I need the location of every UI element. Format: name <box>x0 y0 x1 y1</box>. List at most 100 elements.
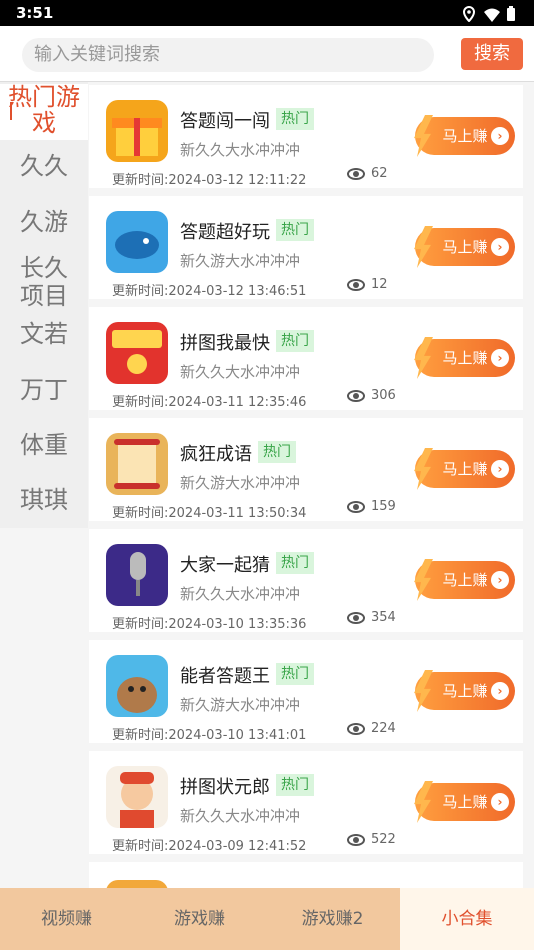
hot-badge: 热门 <box>276 774 314 796</box>
chevron-right-icon: › <box>491 460 509 478</box>
sidebar-item-qiqi[interactable]: 琪琪 <box>0 486 88 514</box>
sidebar-item-tizhong[interactable]: 体重 <box>0 431 88 459</box>
boy-avatar-icon <box>106 766 168 828</box>
view-count: 306 <box>347 388 396 403</box>
gift-box-icon <box>106 100 168 162</box>
game-title: 大家一起猜 <box>180 555 270 576</box>
eye-icon <box>347 167 365 180</box>
walrus-icon <box>106 655 168 717</box>
eye-icon <box>347 833 365 846</box>
update-time: 更新时间:2024-03-12 12:11:22 <box>112 173 307 188</box>
category-sidebar: 热门游戏 久久 久游 长久项目 文若 万丁 体重 琪琪 <box>0 82 88 528</box>
update-time: 更新时间:2024-03-11 12:35:46 <box>112 395 307 410</box>
lightning-icon <box>414 337 433 379</box>
eye-icon <box>347 500 365 513</box>
game-subtitle: 新久久大水冲冲冲 <box>180 141 301 159</box>
game-subtitle: 新久久大水冲冲冲 <box>180 585 301 603</box>
view-count: 224 <box>347 721 396 736</box>
sidebar-item-jiuyou[interactable]: 久游 <box>0 208 88 236</box>
view-count: 354 <box>347 610 396 625</box>
sidebar-item-label: 久久 <box>20 152 68 180</box>
sidebar-item-label: 文若 <box>20 320 68 348</box>
hot-badge: 热门 <box>276 663 314 685</box>
status-time: 3:51 <box>16 4 54 22</box>
lightning-icon <box>414 226 433 268</box>
earn-now-button[interactable]: 马上赚 › <box>414 115 515 157</box>
sidebar-item-label: 久游 <box>20 208 68 236</box>
game-thumbnail-icon <box>106 880 168 888</box>
update-time: 更新时间:2024-03-09 12:41:52 <box>112 839 307 854</box>
game-subtitle: 新久游大水冲冲冲 <box>180 696 301 714</box>
sidebar-item-wanding[interactable]: 万丁 <box>0 376 88 404</box>
game-title: 拼图状元郎 <box>180 777 270 798</box>
view-count: 12 <box>347 277 388 292</box>
game-subtitle: 新久游大水冲冲冲 <box>180 474 301 492</box>
search-bar: 输入关键词搜索 搜索 <box>0 26 534 82</box>
list-item[interactable]: 答题闯一闯 热门 新久久大水冲冲冲 更新时间:2024-03-12 12:11:… <box>89 85 523 188</box>
game-title: 答题闯一闯 <box>180 111 270 132</box>
eye-icon <box>347 278 365 291</box>
sidebar-item-label: 热门游戏 <box>8 83 80 137</box>
wifi-icon <box>484 4 500 22</box>
sidebar-item-label: 体重 <box>20 431 68 459</box>
update-time: 更新时间:2024-03-11 13:50:34 <box>112 506 307 521</box>
lightning-icon <box>414 448 433 490</box>
bottom-tab-bar: 视频赚 游戏赚 游戏赚2 小合集 <box>0 888 534 950</box>
eye-icon <box>347 722 365 735</box>
list-item[interactable]: 拼图我最快 热门 新久久大水冲冲冲 更新时间:2024-03-11 12:35:… <box>89 307 523 410</box>
whale-icon <box>106 211 168 273</box>
hot-badge: 热门 <box>276 219 314 241</box>
game-subtitle: 新久久大水冲冲冲 <box>180 807 301 825</box>
earn-now-button[interactable]: 马上赚 › <box>414 559 515 601</box>
game-subtitle: 新久游大水冲冲冲 <box>180 252 301 270</box>
battery-icon <box>506 4 520 21</box>
sidebar-item-label: 琪琪 <box>20 486 68 514</box>
game-title: 疯狂成语 <box>180 444 252 465</box>
game-title: 拼图我最快 <box>180 333 270 354</box>
earn-now-button[interactable]: 马上赚 › <box>414 448 515 490</box>
sidebar-item-label: 万丁 <box>20 376 68 404</box>
update-time: 更新时间:2024-03-12 13:46:51 <box>112 284 307 299</box>
sidebar-item-wenruo[interactable]: 文若 <box>0 320 88 348</box>
sidebar-item-hot-games[interactable]: 热门游戏 <box>0 84 88 140</box>
game-list: 答题闯一闯 热门 新久久大水冲冲冲 更新时间:2024-03-12 12:11:… <box>88 82 534 888</box>
status-bar: 3:51 <box>0 0 534 26</box>
tab-game-earn-2[interactable]: 游戏赚2 <box>266 888 399 950</box>
tab-video-earn[interactable]: 视频赚 <box>0 888 133 950</box>
lightning-icon <box>414 115 433 157</box>
list-item[interactable] <box>89 862 523 888</box>
hot-badge: 热门 <box>258 441 296 463</box>
lightning-icon <box>414 559 433 601</box>
list-item[interactable]: 疯狂成语 热门 新久游大水冲冲冲 更新时间:2024-03-11 13:50:3… <box>89 418 523 521</box>
sidebar-item-label: 长久项目 <box>20 254 68 310</box>
sidebar-item-long-term[interactable]: 长久项目 <box>0 254 88 310</box>
sidebar-item-jiujiu[interactable]: 久久 <box>0 152 88 180</box>
earn-now-button[interactable]: 马上赚 › <box>414 781 515 823</box>
chevron-right-icon: › <box>491 571 509 589</box>
location-icon <box>462 4 476 23</box>
chevron-right-icon: › <box>491 349 509 367</box>
lightning-icon <box>414 781 433 823</box>
active-indicator <box>10 102 12 120</box>
earn-now-button[interactable]: 马上赚 › <box>414 670 515 712</box>
list-item[interactable]: 答题超好玩 热门 新久游大水冲冲冲 更新时间:2024-03-12 13:46:… <box>89 196 523 299</box>
update-time: 更新时间:2024-03-10 13:35:36 <box>112 617 307 632</box>
chevron-right-icon: › <box>491 127 509 145</box>
hot-badge: 热门 <box>276 108 314 130</box>
tab-collection[interactable]: 小合集 <box>400 888 534 950</box>
list-item[interactable]: 拼图状元郎 热门 新久久大水冲冲冲 更新时间:2024-03-09 12:41:… <box>89 751 523 854</box>
tab-game-earn[interactable]: 游戏赚 <box>133 888 266 950</box>
view-count: 522 <box>347 832 396 847</box>
list-item[interactable]: 能者答题王 热门 新久游大水冲冲冲 更新时间:2024-03-10 13:41:… <box>89 640 523 743</box>
hot-badge: 热门 <box>276 330 314 352</box>
game-title: 能者答题王 <box>180 666 270 687</box>
earn-now-button[interactable]: 马上赚 › <box>414 226 515 268</box>
list-item[interactable]: 大家一起猜 热门 新久久大水冲冲冲 更新时间:2024-03-10 13:35:… <box>89 529 523 632</box>
search-input[interactable]: 输入关键词搜索 <box>22 38 434 72</box>
scroll-icon <box>106 433 168 495</box>
search-button[interactable]: 搜索 <box>461 38 523 70</box>
chevron-right-icon: › <box>491 682 509 700</box>
earn-now-button[interactable]: 马上赚 › <box>414 337 515 379</box>
eye-icon <box>347 389 365 402</box>
chevron-right-icon: › <box>491 793 509 811</box>
